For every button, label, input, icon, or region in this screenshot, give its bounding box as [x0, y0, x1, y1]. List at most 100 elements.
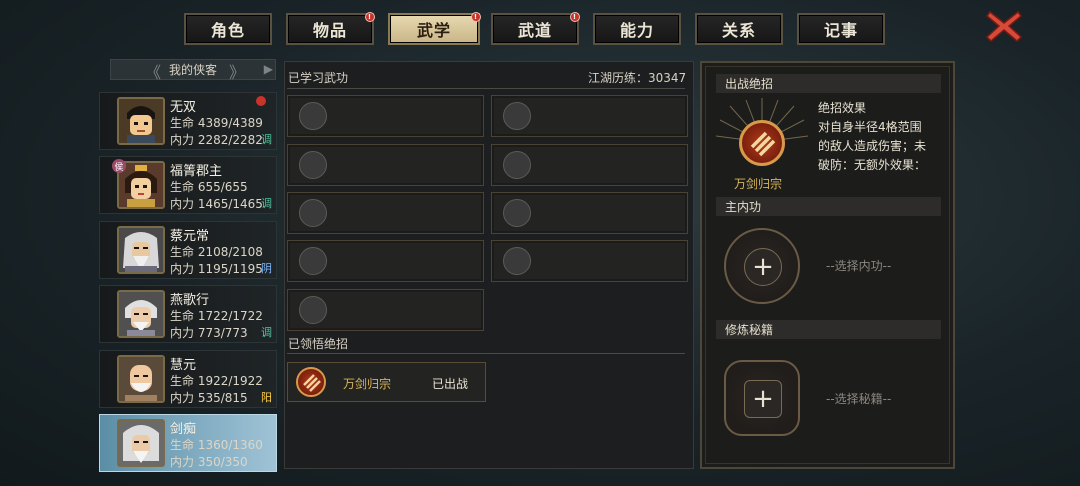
member-name: 福箐郡主 — [170, 164, 223, 179]
empty-slot-icon — [503, 102, 531, 130]
avatar — [117, 226, 165, 274]
effect-text-content: 对自身半径4格范围的敌人造成伤害；未破防：无额外效果： — [818, 120, 927, 172]
avatar — [117, 419, 165, 467]
avatar — [117, 355, 165, 403]
technique-status: 已出战 — [432, 377, 469, 391]
member-hp: 生命 4389/4389 — [170, 116, 263, 130]
party-header[interactable]: 《 我的侠客 》 ▶ — [110, 59, 276, 83]
tab-label: 记事 — [823, 21, 858, 40]
battle-technique-header: 出战绝招 — [716, 74, 941, 93]
skill-slot[interactable] — [287, 289, 484, 331]
skill-slot[interactable] — [287, 240, 484, 282]
manual-header: 修炼秘籍 — [716, 320, 941, 339]
effect-title: 绝招效果 — [818, 101, 867, 115]
member-hp: 生命 1360/1360 — [170, 438, 263, 452]
alert-dot: ! — [365, 12, 375, 22]
sword-technique-icon[interactable] — [739, 120, 785, 166]
member-tag: 阴 — [261, 262, 272, 275]
member-tag: 阳 — [261, 391, 272, 404]
tab-relations[interactable]: 关系 — [695, 13, 783, 45]
tab-label: 角色 — [210, 21, 245, 40]
member-mp: 内力 2282/2282 — [170, 133, 263, 147]
chevron-right-icon[interactable]: ▶ — [264, 62, 273, 76]
member-mp: 内力 350/350 — [170, 455, 248, 469]
skill-slot[interactable] — [287, 192, 484, 234]
technique-name: 万剑归宗 — [343, 377, 392, 391]
party-member-huiyuan[interactable]: 慧元 生命 1922/1922 内力 535/815 阳 — [99, 350, 277, 408]
technique-row[interactable]: 万剑归宗 已出战 — [287, 362, 486, 402]
party-header-label: 我的侠客 — [168, 63, 217, 77]
header-label: 主内功 — [725, 200, 762, 214]
empty-slot-icon — [503, 199, 531, 227]
member-name: 蔡元常 — [170, 229, 210, 244]
member-tag: 调 — [261, 133, 272, 146]
tab-label: 武学 — [416, 21, 451, 40]
tab-journal[interactable]: 记事 — [797, 13, 885, 45]
alert-dot: ! — [570, 12, 580, 22]
empty-slot-icon — [299, 296, 327, 324]
manual-slot[interactable]: + — [724, 360, 800, 436]
empty-slot-icon — [503, 151, 531, 179]
tab-label: 武道 — [517, 21, 552, 40]
technique-name: 万剑归宗 — [734, 177, 783, 191]
member-tag: 调 — [261, 326, 272, 339]
member-mp: 内力 1465/1465 — [170, 197, 263, 211]
sword-technique-icon — [296, 367, 326, 397]
divider — [287, 88, 685, 89]
skill-slot[interactable] — [287, 144, 484, 186]
member-hp: 生命 1722/1722 — [170, 309, 263, 323]
empty-slot-icon — [299, 247, 327, 275]
internal-skill-hint: --选择内功-- — [826, 259, 892, 273]
manual-hint: --选择秘籍-- — [826, 392, 892, 406]
skill-slot[interactable] — [491, 240, 688, 282]
empty-slot-icon — [299, 151, 327, 179]
plus-icon: + — [744, 380, 782, 418]
effect-text: 对自身半径4格范围的敌人造成伤害；未破防：无额外效果： — [818, 118, 930, 188]
tab-items[interactable]: 物品! — [286, 12, 375, 45]
avatar — [117, 290, 165, 338]
close-icon[interactable] — [984, 8, 1024, 44]
chevron-right-icon[interactable]: 》 — [229, 59, 245, 83]
party-member-yangexing[interactable]: 燕歌行 生命 1722/1722 内力 773/773 调 — [99, 285, 277, 343]
experience-value: 江湖历练：30347 — [588, 71, 687, 85]
tab-martial-arts[interactable]: 武学! — [388, 12, 481, 45]
internal-skill-slot[interactable]: + — [724, 228, 800, 304]
tab-martial-way[interactable]: 武道! — [491, 12, 580, 45]
member-mp: 内力 773/773 — [170, 326, 248, 340]
chevron-left-icon[interactable]: 《 — [145, 59, 161, 83]
header-label: 出战绝招 — [725, 77, 774, 91]
tab-abilities[interactable]: 能力 — [593, 13, 681, 45]
avatar — [117, 97, 165, 145]
party-member-caiyuanchang[interactable]: 蔡元常 生命 2108/2108 内力 1195/1195 阴 — [99, 221, 277, 279]
tab-label: 物品 — [312, 21, 347, 40]
member-hp: 生命 655/655 — [170, 180, 248, 194]
tab-label: 关系 — [721, 21, 756, 40]
alert-dot: ! — [471, 12, 481, 22]
member-hp: 生命 1922/1922 — [170, 374, 263, 388]
skill-slot[interactable] — [287, 95, 484, 137]
skill-slot[interactable] — [491, 144, 688, 186]
empty-slot-icon — [299, 199, 327, 227]
party-member-fujing[interactable]: 侯 福箐郡主 生命 655/655 内力 1465/1465 调 — [99, 156, 277, 214]
tab-character[interactable]: 角色 — [184, 13, 272, 45]
party-member-wushuang[interactable]: 无双 生命 4389/4389 内力 2282/2282 调 — [99, 92, 277, 150]
member-tag: 调 — [261, 197, 272, 210]
member-badge: 侯 — [112, 159, 126, 173]
member-name: 燕歌行 — [170, 293, 210, 308]
divider — [287, 353, 685, 354]
header-label: 修炼秘籍 — [725, 323, 774, 337]
skill-slot[interactable] — [491, 192, 688, 234]
empty-slot-icon — [299, 102, 327, 130]
member-name: 剑痴 — [170, 422, 197, 437]
member-name: 无双 — [170, 100, 197, 115]
member-hp: 生命 2108/2108 — [170, 245, 263, 259]
skill-slot[interactable] — [491, 95, 688, 137]
member-mp: 内力 1195/1195 — [170, 262, 263, 276]
plus-icon: + — [744, 248, 782, 286]
comprehended-label: 已领悟绝招 — [288, 337, 349, 351]
member-mp: 内力 535/815 — [170, 391, 248, 405]
tab-label: 能力 — [619, 21, 654, 40]
member-name: 慧元 — [170, 358, 197, 373]
empty-slot-icon — [503, 247, 531, 275]
party-member-jianchi[interactable]: 剑痴 生命 1360/1360 内力 350/350 — [99, 414, 277, 472]
